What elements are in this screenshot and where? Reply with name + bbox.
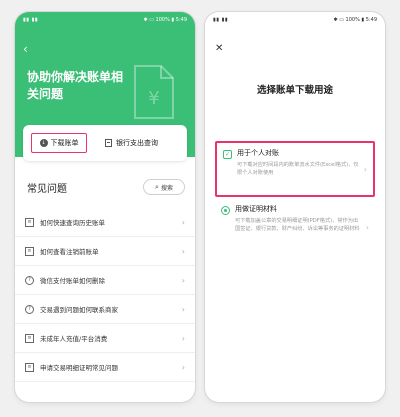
list-icon: ≡ xyxy=(25,217,34,227)
option-proof-material[interactable]: 用做证明材料 可下载加盖公章的交易明细证明(PDF格式)，常作为出国签证、银行贷… xyxy=(215,199,375,255)
faq-item-label: 如何查看注销前账单 xyxy=(40,248,99,256)
bank-expense-query-button[interactable]: 银行支出查询 xyxy=(105,133,158,153)
option-description: 可下载对应时间段内的账单流水文件(Excel格式)，仅限个人对账使用 xyxy=(237,162,359,176)
download-bill-label: 下载账单 xyxy=(50,139,79,147)
status-left: ▮▮ ▮▮ xyxy=(213,17,229,23)
chevron-right-icon: › xyxy=(363,164,367,174)
option-description: 可下载加盖公章的交易明细证明(PDF格式)，常作为出国签证、银行贷款、财产纠纷、… xyxy=(235,218,360,232)
download-icon: ↓ xyxy=(39,139,48,147)
radio-icon xyxy=(221,206,230,215)
chevron-right-icon: › xyxy=(181,304,185,314)
chevron-right-icon: › xyxy=(181,275,185,285)
hero-title: 协助你解决账单相关问题 xyxy=(27,70,124,101)
option-body: 用于个人对账 可下载对应时间段内的账单流水文件(Excel格式)，仅限个人对账使… xyxy=(237,148,360,190)
status-bar: ▮▮ ▮▮ ✱ ▭ 100% ▮ 5:49 xyxy=(205,12,385,28)
help-circle-icon: ? xyxy=(25,304,34,314)
faq-item-minor[interactable]: ≡ 未成年人充值/平台消费 › xyxy=(15,324,195,353)
bank-card-icon xyxy=(105,139,112,147)
page-title: 选择账单下载用途 xyxy=(256,85,333,96)
yuan-document-icon: ¥ xyxy=(134,65,174,119)
select-purpose-screen: ▮▮ ▮▮ ✱ ▭ 100% ▮ 5:49 ✕ 选择账单下载用途 ✓ 用于个人对… xyxy=(205,12,385,402)
status-right: ✱ ▭ 100% ▮ 5:49 xyxy=(143,17,187,23)
status-right: ✱ ▭ 100% ▮ 5:49 xyxy=(333,17,377,23)
faq-item-label: 如何快速查询历史账单 xyxy=(40,219,105,227)
chevron-right-icon: › xyxy=(181,333,185,343)
search-label: 搜索 xyxy=(160,184,173,192)
chevron-left-icon[interactable]: ‹ xyxy=(23,43,28,55)
bill-help-screen: ▮▮ ▮▮ ✱ ▭ 100% ▮ 5:49 ‹ 协助你解决账单相关问题 ¥ ↓ … xyxy=(15,12,195,402)
chevron-right-icon: › xyxy=(181,217,185,227)
chevron-right-icon: › xyxy=(365,222,369,232)
status-left: ▮▮ ▮▮ xyxy=(23,17,39,23)
close-icon[interactable]: ✕ xyxy=(215,43,223,54)
list-icon: ≡ xyxy=(25,246,34,256)
chevron-right-icon: › xyxy=(181,246,185,256)
faq-item-cancelled[interactable]: ≡ 如何查看注销前账单 › xyxy=(15,237,195,266)
option-title: 用做证明材料 xyxy=(235,205,277,213)
faq-item-proof[interactable]: ≡ 申请交易明细证明常见问题 › xyxy=(15,353,195,382)
faq-item-label: 申请交易明细证明常见问题 xyxy=(40,364,118,372)
faq-header: 常见问题 ⌕ 搜索 xyxy=(27,177,185,197)
faq-item-history[interactable]: ≡ 如何快速查询历史账单 › xyxy=(15,208,195,237)
checkbox-icon: ✓ xyxy=(223,150,232,159)
list-icon: ≡ xyxy=(25,333,34,343)
option-title: 用于个人对账 xyxy=(237,149,279,157)
faq-item-delete[interactable]: ? 微信支付账单如何删除 › xyxy=(15,266,195,295)
option-personal-reconciliation[interactable]: ✓ 用于个人对账 可下载对应时间段内的账单流水文件(Excel格式)，仅限个人对… xyxy=(215,141,375,197)
faq-item-label: 未成年人充值/平台消费 xyxy=(40,335,108,343)
download-bill-button[interactable]: ↓ 下载账单 xyxy=(31,133,87,153)
list-icon: ≡ xyxy=(25,362,34,372)
action-card: ↓ 下载账单 银行支出查询 xyxy=(23,125,187,161)
chevron-right-icon: › xyxy=(181,362,185,372)
faq-item-label: 交易遇到问题如何联系商家 xyxy=(40,306,118,314)
faq-title: 常见问题 xyxy=(27,183,67,195)
faq-item-label: 微信支付账单如何删除 xyxy=(40,277,105,285)
option-body: 用做证明材料 可下载加盖公章的交易明细证明(PDF格式)，常作为出国签证、银行贷… xyxy=(235,204,362,250)
faq-list: ≡ 如何快速查询历史账单 › ≡ 如何查看注销前账单 › ? 微信支付账单如何删… xyxy=(15,208,195,382)
help-circle-icon: ? xyxy=(25,275,34,285)
bank-expense-query-label: 银行支出查询 xyxy=(116,139,158,147)
faq-item-contact-merchant[interactable]: ? 交易遇到问题如何联系商家 › xyxy=(15,295,195,324)
status-bar: ▮▮ ▮▮ ✱ ▭ 100% ▮ 5:49 xyxy=(15,12,195,28)
svg-text:¥: ¥ xyxy=(148,88,159,109)
faq-search-button[interactable]: ⌕ 搜索 xyxy=(143,179,185,195)
search-icon: ⌕ xyxy=(155,182,159,191)
